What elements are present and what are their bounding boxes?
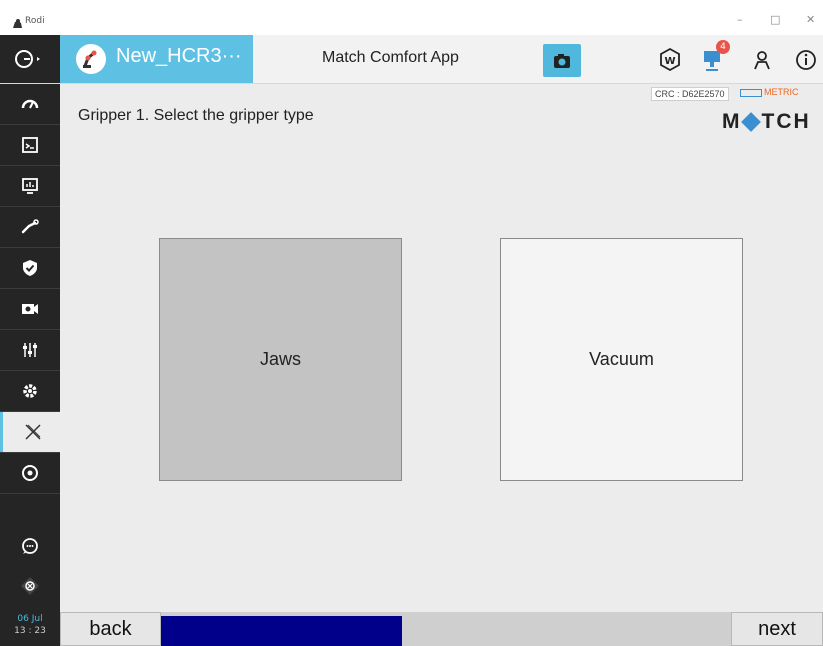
back-button[interactable]: back [60,612,161,646]
sidebar-item-io[interactable] [0,330,60,370]
camera-icon [554,54,570,68]
wizard-progress-bar [161,616,402,646]
sidebar-item-settings[interactable] [0,371,60,411]
app-title: Match Comfort App [322,49,459,66]
jog-control-icon [21,577,39,595]
option-label: Vacuum [589,349,654,369]
time-label: 13 : 23 [14,626,46,636]
main-menu-button[interactable] [0,35,60,83]
robot-app-icon [12,14,23,33]
minimize-button[interactable]: – [737,13,743,26]
ruler-icon [740,88,762,97]
units-indicator: METRIC [740,87,799,97]
match-logo: M TCH [722,110,811,133]
logo-diamond-icon [740,112,761,132]
crc-badge: CRC : D62E2570 [651,87,729,101]
terminal-icon [22,137,38,153]
sidebar-item-dashboard[interactable] [0,84,60,124]
sliders-icon [23,343,37,357]
sidebar-item-monitor[interactable] [0,166,60,206]
gripper-option-vacuum[interactable]: Vacuum [500,238,743,481]
disc-icon [22,465,38,481]
sidebar-item-safety[interactable] [0,248,60,288]
monitor-icon [22,178,38,194]
project-tab[interactable]: New_HCR3··· [60,35,253,83]
sidebar-item-camera[interactable] [0,289,60,329]
user-icon[interactable] [745,43,779,77]
info-icon[interactable] [789,43,823,77]
sidebar-item-apps[interactable] [0,412,60,452]
close-button[interactable]: ✕ [806,13,815,26]
project-name: New_HCR3··· [116,45,242,67]
shield-check-icon [23,260,37,276]
sidebar-item-program[interactable] [0,453,60,493]
units-label: METRIC [764,87,799,97]
robot-arm-icon [76,44,106,74]
sidebar-item-robot[interactable] [0,207,60,247]
sidebar [0,84,60,646]
sidebar-item-terminal[interactable] [0,125,60,165]
window-title: Rodi [25,16,45,26]
workcell-icon[interactable]: W [653,43,687,77]
gauge-icon [21,99,39,109]
date-label: 06 Jul [17,614,43,624]
chat-icon [22,538,38,554]
date-time: 06 Jul 13 : 23 [0,610,60,646]
option-label: Jaws [259,349,301,369]
window-titlebar: Rodi – □ ✕ [0,0,823,34]
camera-button[interactable] [543,44,581,77]
video-camera-icon [22,304,38,314]
notification-badge: 4 [716,40,730,54]
sidebar-item-jog[interactable] [0,566,60,606]
gripper-option-jaws[interactable]: Jaws [159,238,402,481]
sidebar-item-chat[interactable] [0,526,60,566]
next-button[interactable]: next [731,612,823,646]
top-bar: New_HCR3··· Match Comfort App W 4 [0,35,823,84]
svg-text:W: W [664,56,675,67]
x-apps-icon [25,424,41,440]
robot-arm-icon [21,219,39,234]
page-title: Gripper 1. Select the gripper type [78,107,314,124]
gear-icon [23,384,37,398]
maximize-button[interactable]: □ [770,13,780,26]
menu-logo-icon [15,50,40,68]
